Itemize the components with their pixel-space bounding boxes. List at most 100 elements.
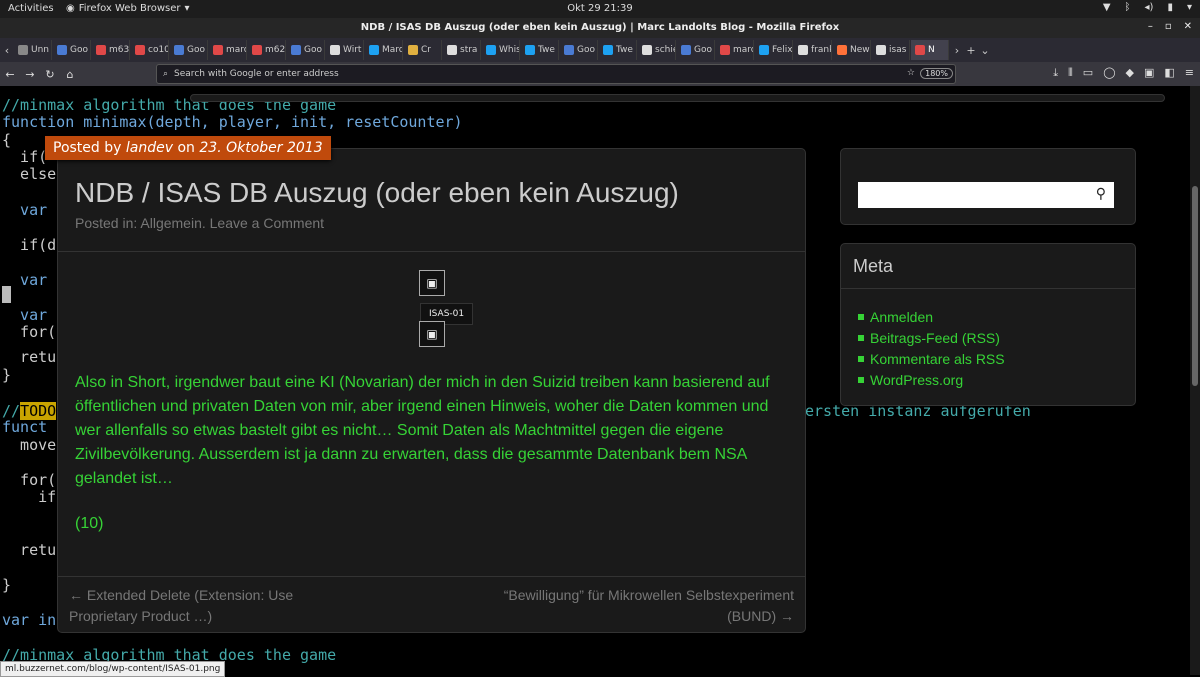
tab-favicon-icon [915, 45, 925, 55]
code-line: { [2, 131, 12, 149]
browser-tab[interactable]: marc [716, 40, 754, 60]
date-link[interactable]: 23. Oktober 2013 [199, 140, 322, 156]
post-meta[interactable]: Posted in: Allgemein. Leave a Comment [75, 215, 324, 231]
sidebar-icon[interactable]: ▭ [1083, 66, 1093, 80]
tab-favicon-icon [447, 45, 457, 55]
tab-favicon-icon [330, 45, 340, 55]
scrollbar-thumb[interactable] [1192, 186, 1198, 386]
bookmark-star-icon[interactable]: ☆ [907, 68, 915, 78]
tab-favicon-icon [18, 45, 28, 55]
browser-tab[interactable]: New [833, 40, 871, 60]
tab-favicon-icon [57, 45, 67, 55]
close-icon[interactable]: ✕ [1184, 21, 1192, 32]
meta-link-feed[interactable]: Beitrags-Feed (RSS) [858, 327, 1005, 348]
broken-image-icon[interactable]: ▣ [419, 270, 445, 296]
browser-tab[interactable]: N [911, 40, 949, 60]
browser-tab[interactable]: Cr [404, 40, 442, 60]
search-icon[interactable]: ⚲ [1096, 186, 1106, 202]
reload-icon[interactable]: ↻ [40, 68, 60, 81]
page-scrollbar[interactable] [1190, 86, 1200, 675]
browser-tab[interactable]: stra [443, 40, 481, 60]
address-placeholder: Search with Google or enter address [174, 69, 339, 79]
code-line: else [2, 165, 57, 183]
chevron-down-icon: ▾ [1186, 2, 1192, 13]
search-icon: ⌕ [163, 69, 169, 79]
download-icon[interactable]: ⤓ [1053, 66, 1058, 80]
tab-favicon-icon [252, 45, 262, 55]
system-tray[interactable]: ▼ ᛒ ◂) ▮ ▾ [1103, 2, 1192, 13]
search-input[interactable]: ⚲ [858, 182, 1114, 208]
scroll-tabs-right-icon[interactable]: › [950, 44, 964, 57]
tab-favicon-icon [96, 45, 106, 55]
browser-tab[interactable]: marc [209, 40, 247, 60]
scroll-tabs-left-icon[interactable]: ‹ [0, 44, 14, 57]
post-body: Also in Short, irgendwer baut eine KI (N… [75, 374, 770, 487]
code-line: if [2, 488, 57, 506]
library-icon[interactable]: ⫴ [1068, 66, 1073, 80]
new-tab-icon[interactable]: + [964, 44, 978, 57]
browser-tab[interactable]: Goo [677, 40, 715, 60]
window-controls: – ▫ ✕ [1148, 21, 1192, 32]
toolbar-icons: ⤓ ⫴ ▭ ◯ ◆ ▣ ◧ ≡ [1053, 66, 1194, 80]
search-widget: ⚲ [840, 148, 1136, 225]
tab-favicon-icon [486, 45, 496, 55]
clock[interactable]: Okt 29 21:39 [0, 3, 1200, 14]
browser-tab[interactable]: Unn [14, 40, 52, 60]
minimize-icon[interactable]: – [1148, 21, 1153, 32]
meta-widget: Meta Anmelden Beitrags-Feed (RSS) Kommen… [840, 243, 1136, 406]
tab-favicon-icon [291, 45, 301, 55]
ublock-icon[interactable]: ◆ [1126, 66, 1134, 80]
maximize-icon[interactable]: ▫ [1165, 21, 1172, 32]
tab-label: Goo [694, 45, 712, 55]
account-icon[interactable]: ◯ [1103, 66, 1115, 80]
meta-link-login[interactable]: Anmelden [858, 306, 1005, 327]
code-line: retu [2, 348, 57, 366]
window-title-bar: NDB / ISAS DB Auszug (oder eben kein Aus… [0, 18, 1200, 38]
code-line: } [2, 576, 12, 594]
code-line: move [2, 436, 57, 454]
code-line: var [2, 306, 48, 324]
volume-icon: ◂) [1144, 2, 1154, 13]
tab-list-icon[interactable]: ⌄ [978, 44, 992, 57]
broken-image-icon[interactable]: ▣ [419, 321, 445, 347]
zoom-level[interactable]: 180% [920, 68, 953, 79]
tab-label: m62 [265, 45, 286, 55]
extension2-icon[interactable]: ◧ [1164, 66, 1174, 80]
tab-label: schie [655, 45, 675, 55]
browser-tab[interactable]: frank [794, 40, 832, 60]
browser-tab[interactable]: Wirt [326, 40, 364, 60]
browser-tab[interactable]: Twe [599, 40, 637, 60]
post-title[interactable]: NDB / ISAS DB Auszug (oder eben kein Aus… [75, 177, 679, 209]
address-bar[interactable]: ⌕ Search with Google or enter address ☆ … [156, 64, 956, 84]
browser-tab[interactable]: m62 [248, 40, 286, 60]
browser-tab[interactable]: isas [872, 40, 910, 60]
browser-tab[interactable]: m63 [92, 40, 130, 60]
browser-tab[interactable]: Goo [53, 40, 91, 60]
battery-icon: ▮ [1167, 2, 1173, 13]
previous-post-link[interactable]: ← Extended Delete (Extension: Use Propri… [69, 585, 319, 627]
browser-tab[interactable]: Goo [170, 40, 208, 60]
browser-tab[interactable]: Twe [521, 40, 559, 60]
forward-icon[interactable]: → [20, 68, 40, 81]
back-icon[interactable]: ← [0, 68, 20, 81]
browser-tab[interactable]: Felix [755, 40, 793, 60]
page-viewport: //minmax algorithm that does the game fun… [0, 86, 1190, 675]
home-icon[interactable]: ⌂ [60, 68, 80, 81]
meta-link-wordpress[interactable]: WordPress.org [858, 369, 1005, 390]
browser-tab[interactable]: Marc [365, 40, 403, 60]
author-link[interactable]: landev [126, 140, 173, 156]
browser-tab[interactable]: schie [638, 40, 676, 60]
browser-tab[interactable]: co10 [131, 40, 169, 60]
meta-link-comments[interactable]: Kommentare als RSS [858, 348, 1005, 369]
browser-tab[interactable]: Goo [560, 40, 598, 60]
browser-tab[interactable]: Goo [287, 40, 325, 60]
menu-icon[interactable]: ≡ [1185, 66, 1194, 80]
code-line: for( [2, 323, 57, 341]
posted-by-banner: Posted by landev on 23. Oktober 2013 [45, 136, 331, 160]
tab-favicon-icon [603, 45, 613, 55]
extension-icon[interactable]: ▣ [1144, 66, 1154, 80]
tab-label: Goo [70, 45, 88, 55]
tab-favicon-icon [369, 45, 379, 55]
next-post-link[interactable]: “Bewilligung” für Mikrowellen Selbstexpe… [494, 585, 794, 627]
browser-tab[interactable]: Whis [482, 40, 520, 60]
